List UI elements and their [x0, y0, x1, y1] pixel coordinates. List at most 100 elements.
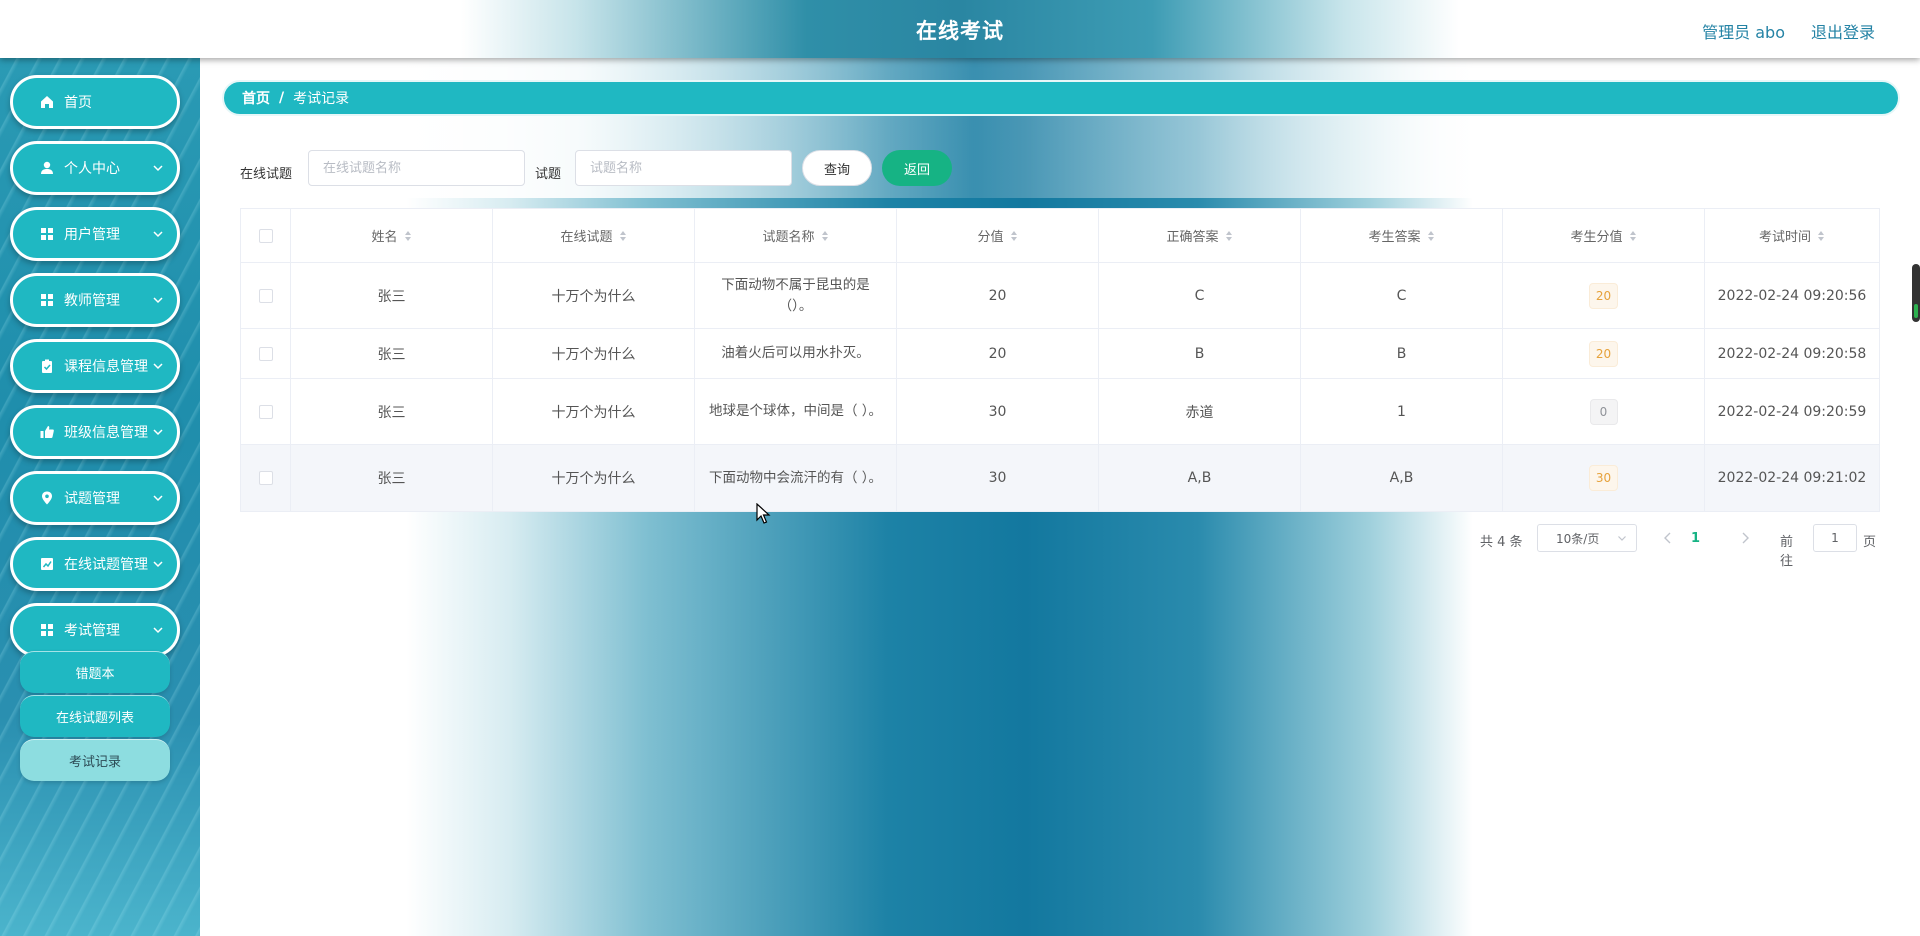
current-user-label: 管理员 abo [1702, 23, 1785, 42]
cell-correct-answer: A,B [1099, 445, 1301, 511]
chevron-down-icon [153, 165, 163, 172]
app-title: 在线考试 [916, 19, 1004, 43]
column-header-exam-time[interactable]: 考试时间 [1705, 209, 1879, 262]
column-header-question[interactable]: 试题名称 [695, 209, 897, 262]
sort-icon [619, 230, 626, 241]
submenu-item-wrong-questions[interactable]: 错题本 [20, 651, 170, 693]
chevron-down-icon [1618, 536, 1626, 541]
cell-student-answer: B [1301, 329, 1503, 378]
cell-correct-answer: C [1099, 263, 1301, 328]
cell-exam-time: 2022-02-24 09:20:56 [1717, 287, 1867, 304]
cell-name: 张三 [291, 263, 493, 328]
main-content: 首页 / 考试记录 在线试题 试题 查询 返回 姓名 在线试题 试题名称 分值 … [200, 58, 1920, 936]
cell-paper: 十万个为什么 [493, 445, 695, 511]
table-row[interactable]: 张三 十万个为什么 下面动物中会流汗的有（ ）。 30 A,B A,B 30 2… [241, 445, 1879, 511]
sidebar: 首页 个人中心 用户管理 教师管理 课程信息管理 班级信息管理 试题管理 在线试… [0, 58, 200, 936]
cell-paper: 十万个为什么 [493, 263, 695, 328]
cell-paper: 十万个为什么 [493, 379, 695, 444]
grid-icon [41, 294, 53, 306]
cell-exam-time: 2022-02-24 09:21:02 [1717, 470, 1867, 486]
sidebar-item-exam-management[interactable]: 考试管理 [10, 603, 180, 657]
sort-icon [1629, 230, 1636, 241]
chevron-right-icon[interactable] [1738, 530, 1752, 546]
cell-exam-time: 2022-02-24 09:20:58 [1717, 345, 1867, 362]
sidebar-item-label: 课程信息管理 [64, 359, 148, 375]
cell-name: 张三 [291, 379, 493, 444]
breadcrumb: 首页 / 考试记录 [222, 80, 1900, 116]
table-row[interactable]: 张三 十万个为什么 地球是个球体，中间是（ ）。 30 赤道 1 0 2022-… [241, 379, 1879, 445]
chevron-down-icon [153, 561, 163, 568]
column-header-correct-answer[interactable]: 正确答案 [1099, 209, 1301, 262]
column-header-points[interactable]: 分值 [897, 209, 1099, 262]
column-header-name[interactable]: 姓名 [291, 209, 493, 262]
chevron-down-icon [153, 363, 163, 370]
table-row[interactable]: 张三 十万个为什么 油着火后可以用水扑灭。 20 B B 20 2022-02-… [241, 329, 1879, 379]
user-icon [41, 161, 53, 174]
sidebar-item-label: 教师管理 [64, 293, 120, 309]
cell-points: 20 [897, 263, 1099, 328]
page-number[interactable]: 1 [1691, 531, 1700, 546]
sidebar-item-question-management[interactable]: 试题管理 [10, 471, 180, 525]
scrollbar[interactable] [1912, 264, 1920, 322]
chevron-down-icon [153, 495, 163, 502]
row-checkbox[interactable] [258, 288, 273, 303]
cell-correct-answer: 赤道 [1099, 379, 1301, 444]
sidebar-item-home[interactable]: 首页 [10, 75, 180, 129]
cell-student-answer: A,B [1301, 445, 1503, 511]
breadcrumb-current: 考试记录 [293, 91, 350, 107]
cell-paper: 十万个为什么 [493, 329, 695, 378]
question-search-input[interactable] [575, 150, 792, 186]
cell-name: 张三 [291, 445, 493, 511]
row-checkbox[interactable] [258, 404, 273, 419]
sidebar-item-class-management[interactable]: 班级信息管理 [10, 405, 180, 459]
logout-link[interactable]: 退出登录 [1811, 19, 1875, 43]
sort-icon [1427, 230, 1434, 241]
row-checkbox[interactable] [258, 346, 273, 361]
goto-label: 前往 [1780, 535, 1794, 569]
breadcrumb-home[interactable]: 首页 [242, 88, 270, 108]
sidebar-item-label: 用户管理 [64, 227, 120, 243]
sidebar-item-online-question-management[interactable]: 在线试题管理 [10, 537, 180, 591]
row-checkbox[interactable] [258, 471, 273, 485]
sidebar-item-label: 班级信息管理 [64, 425, 148, 441]
sort-icon [1818, 230, 1824, 241]
cell-points: 30 [897, 379, 1099, 444]
back-button[interactable]: 返回 [882, 150, 952, 186]
cell-student-answer: 1 [1301, 379, 1503, 444]
top-bar: 在线考试 管理员 abo 退出登录 [0, 0, 1920, 58]
column-header-student-answer[interactable]: 考生答案 [1301, 209, 1503, 262]
table-row[interactable]: 张三 十万个为什么 下面动物不属于昆虫的是（）。 20 C C 20 2022-… [241, 263, 1879, 329]
query-button[interactable]: 查询 [802, 150, 872, 186]
pin-icon [42, 491, 52, 505]
cell-exam-time: 2022-02-24 09:20:59 [1717, 403, 1867, 420]
home-icon [41, 96, 53, 108]
page-size-select[interactable]: 10条/页 [1537, 524, 1637, 552]
cell-question: 油着火后可以用水扑灭。 [695, 329, 897, 378]
score-badge: 20 [1588, 282, 1619, 309]
sidebar-item-label: 首页 [64, 95, 92, 111]
select-all-checkbox[interactable] [258, 228, 273, 243]
sort-icon [1010, 230, 1017, 241]
paper-search-input[interactable] [308, 150, 525, 186]
chevron-down-icon [153, 429, 163, 436]
sidebar-item-label: 试题管理 [64, 491, 120, 507]
submenu-item-exam-records[interactable]: 考试记录 [20, 739, 170, 781]
clipboard-icon [42, 359, 52, 373]
cell-question: 下面动物不属于昆虫的是（）。 [695, 263, 897, 328]
column-header-paper[interactable]: 在线试题 [493, 209, 695, 262]
column-header-student-score[interactable]: 考生分值 [1503, 209, 1705, 262]
sidebar-item-course-management[interactable]: 课程信息管理 [10, 339, 180, 393]
page-jump-input[interactable] [1813, 524, 1857, 552]
sidebar-item-personal-center[interactable]: 个人中心 [10, 141, 180, 195]
table-header: 姓名 在线试题 试题名称 分值 正确答案 考生答案 考生分值 考试时间 [241, 209, 1879, 263]
submenu-item-online-question-list[interactable]: 在线试题列表 [20, 695, 170, 737]
paper-search-label: 在线试题 [240, 167, 293, 182]
sort-icon [821, 230, 828, 241]
sidebar-item-teacher-management[interactable]: 教师管理 [10, 273, 180, 327]
breadcrumb-separator: / [279, 90, 285, 106]
chevron-down-icon [153, 297, 163, 304]
sidebar-item-user-management[interactable]: 用户管理 [10, 207, 180, 261]
sidebar-item-label: 在线试题管理 [64, 557, 148, 573]
chevron-left-icon[interactable] [1661, 530, 1675, 546]
score-badge: 0 [1589, 398, 1618, 425]
